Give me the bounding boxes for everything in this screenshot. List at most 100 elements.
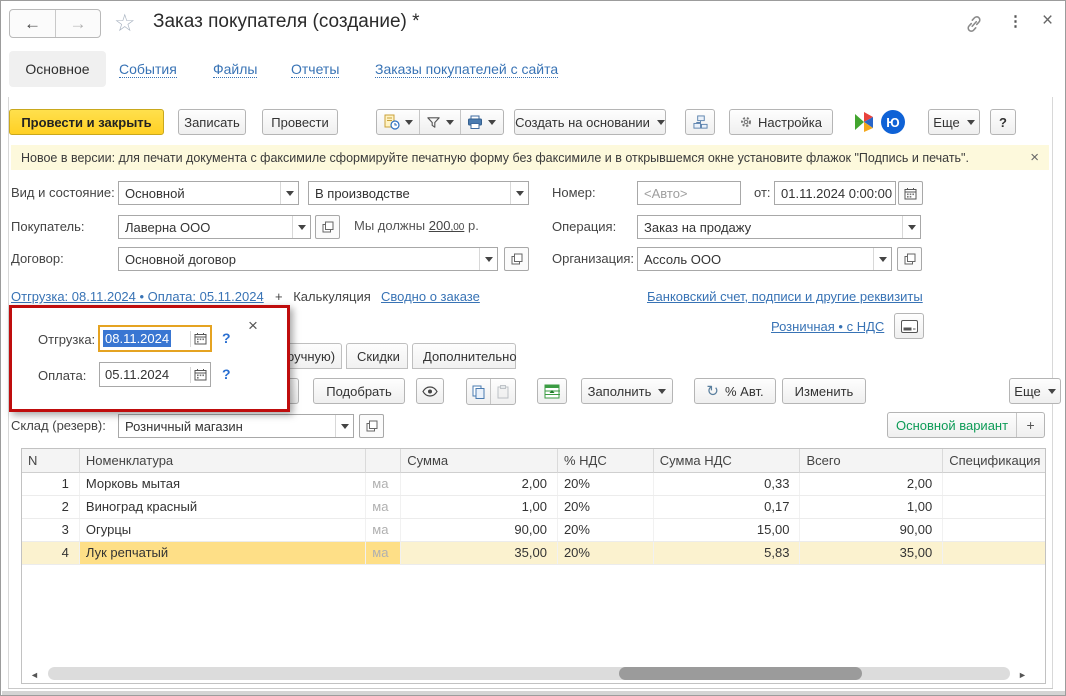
dropdown-arrow-icon[interactable] (873, 248, 891, 270)
contract-select[interactable]: Основной договор (118, 247, 498, 271)
tab-goods-partial[interactable]: ручную) (282, 343, 342, 369)
dropdown-arrow-icon[interactable] (479, 248, 497, 270)
print-dropdown[interactable] (460, 110, 502, 134)
view-button[interactable] (416, 378, 444, 404)
col-header-spec[interactable]: Спецификация (943, 449, 1045, 473)
help-button[interactable]: ? (990, 109, 1016, 135)
dropdown-arrow-icon[interactable] (292, 216, 310, 238)
horizontal-scrollbar-track[interactable] (48, 667, 1010, 680)
organization-select[interactable]: Ассоль ООО (637, 247, 892, 271)
operation-select[interactable]: Заказ на продажу (637, 215, 921, 239)
scroll-right-arrow[interactable]: ► (1018, 668, 1027, 682)
warehouse-select[interactable]: Розничный магазин (118, 414, 354, 438)
col-header-clipped[interactable] (366, 449, 402, 473)
document-schedule-dropdown[interactable] (378, 110, 419, 134)
table-row[interactable]: 1 Морковь мытая ма 2,00 20% 0,33 2,00 (22, 473, 1045, 496)
table-row[interactable]: 3 Огурцы ма 90,00 20% 15,00 90,00 (22, 519, 1045, 542)
window-close-icon[interactable]: × (1042, 10, 1053, 32)
calendar-icon[interactable] (194, 332, 207, 345)
col-header-total[interactable]: Всего (800, 449, 944, 473)
number-label: Номер: (552, 185, 596, 200)
price-card-button[interactable] (894, 313, 924, 339)
tab-events[interactable]: События (119, 61, 177, 78)
table-row[interactable]: 2 Виноград красный ма 1,00 20% 0,17 1,00 (22, 496, 1045, 519)
favorite-star-icon[interactable]: ☆ (114, 9, 136, 38)
tab-main[interactable]: Основное (9, 51, 106, 87)
calendar-icon[interactable] (194, 368, 207, 381)
order-summary-link[interactable]: Сводно о заказе (381, 289, 480, 304)
dropdown-arrow-icon[interactable] (280, 182, 298, 204)
horizontal-scrollbar-thumb[interactable] (619, 667, 862, 680)
post-and-close-button[interactable]: Провести и закрыть (9, 109, 164, 135)
write-button[interactable]: Записать (178, 109, 246, 135)
tab-site-orders[interactable]: Заказы покупателей с сайта (375, 61, 559, 78)
dropdown-arrow-icon[interactable] (902, 216, 920, 238)
dropdown-arrow-icon[interactable] (335, 415, 353, 437)
toolbar-more-button[interactable]: Еще (928, 109, 980, 135)
forward-button[interactable]: → (56, 10, 100, 37)
tab-discounts[interactable]: Скидки (346, 343, 408, 369)
pick-button[interactable]: Подобрать (313, 378, 405, 404)
banner-close-icon[interactable]: × (1030, 149, 1039, 166)
post-button[interactable]: Провести (262, 109, 338, 135)
price-type-link[interactable]: Розничная • с НДС (771, 319, 884, 334)
variant-button[interactable]: Основной вариант (888, 418, 1016, 433)
popup-payment-input[interactable]: 05.11.2024 (99, 362, 211, 387)
table-row-selected[interactable]: 4 Лук репчатый ма 35,00 20% 5,83 35,00 (22, 542, 1045, 565)
structure-report-button[interactable] (685, 109, 715, 135)
warehouse-open-button[interactable] (359, 414, 384, 438)
scroll-left-arrow[interactable]: ◄ (30, 668, 39, 682)
contract-label: Договор: (11, 251, 64, 266)
order-kind-select[interactable]: Основной (118, 181, 299, 205)
create-on-basis-button[interactable]: Создать на основании (514, 109, 666, 135)
shipping-payment-link[interactable]: Отгрузка: 08.11.2024 • Оплата: 05.11.202… (11, 289, 264, 304)
warehouse-value: Розничный магазин (125, 418, 243, 434)
change-button[interactable]: Изменить (782, 378, 866, 404)
window-menu-icon[interactable]: ⋮ (1008, 12, 1023, 30)
organization-label: Организация: (552, 251, 635, 266)
shipping-help-icon[interactable]: ? (222, 330, 231, 346)
bank-account-link[interactable]: Банковский счет, подписи и другие реквиз… (647, 289, 923, 304)
number-input[interactable]: <Авто> (637, 181, 741, 205)
copy-rows-button[interactable] (467, 379, 492, 404)
settings-button[interactable]: Настройка (729, 109, 833, 135)
plus-icon[interactable]: + (275, 289, 283, 304)
copy-link-icon[interactable] (963, 14, 985, 34)
popup-close-icon[interactable]: × (248, 316, 258, 336)
back-button[interactable]: ← (10, 10, 56, 37)
document-clock-icon (384, 114, 400, 130)
tab-reports[interactable]: Отчеты (291, 61, 340, 78)
date-input[interactable]: 01.11.2024 0:00:00 (774, 181, 896, 205)
col-header-sum[interactable]: Сумма (401, 449, 558, 473)
tab-files[interactable]: Файлы (213, 61, 258, 78)
col-header-vat-sum[interactable]: Сумма НДС (653, 449, 801, 473)
contract-open-button[interactable] (504, 247, 529, 271)
order-state-select[interactable]: В производстве (308, 181, 529, 205)
paste-rows-button[interactable] (491, 379, 515, 404)
tab-additional[interactable]: Дополнительно (412, 343, 517, 369)
col-header-vat[interactable]: % НДС (557, 449, 654, 473)
debt-amount-link[interactable]: 200,00 (429, 218, 465, 233)
bitrix-service-icon[interactable] (853, 111, 875, 133)
open-in-window-icon (904, 253, 915, 265)
filter-dropdown[interactable] (419, 110, 460, 134)
auto-percent-button[interactable]: ↻ % Авт. (694, 378, 776, 404)
col-header-n[interactable]: N (22, 449, 80, 473)
post-label: Провести (271, 114, 329, 130)
customer-select[interactable]: Лаверна ООО (118, 215, 311, 239)
add-variant-button[interactable]: + (1016, 413, 1044, 437)
customer-open-button[interactable] (315, 215, 340, 239)
gear-icon (741, 117, 751, 127)
date-calendar-button[interactable] (898, 181, 923, 205)
payment-help-icon[interactable]: ? (222, 366, 231, 382)
popup-shipping-input[interactable]: 08.11.2024 (98, 325, 212, 352)
calculation-expander[interactable]: + Калькуляция (275, 289, 371, 304)
col-header-item[interactable]: Номенклатура (79, 449, 367, 473)
table-more-button[interactable]: Еще (1009, 378, 1061, 404)
yukassa-icon[interactable]: Ю (881, 110, 905, 134)
fill-button[interactable]: Заполнить (581, 378, 673, 404)
spreadsheet-button[interactable] (537, 378, 567, 404)
organization-open-button[interactable] (897, 247, 922, 271)
eye-icon (422, 385, 438, 397)
dropdown-arrow-icon[interactable] (510, 182, 528, 204)
